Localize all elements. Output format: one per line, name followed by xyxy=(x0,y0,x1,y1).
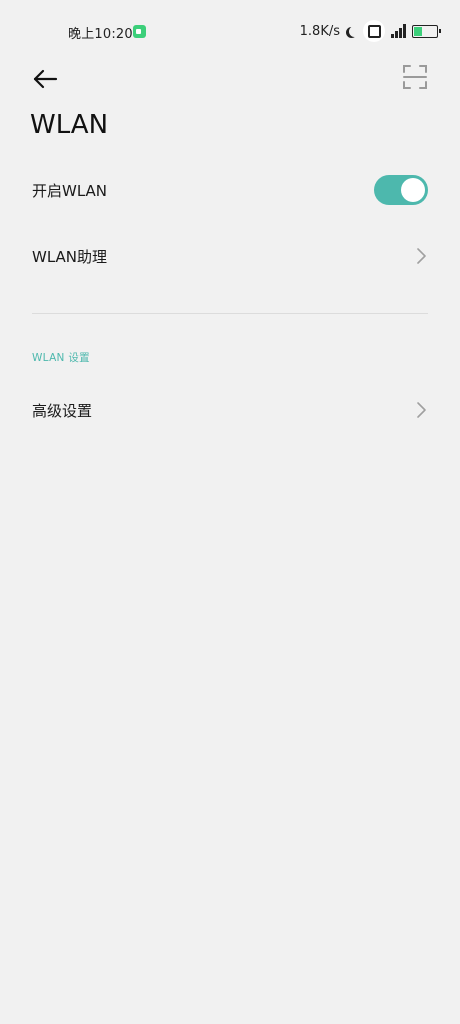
toggle-knob xyxy=(401,178,425,202)
screen-record-icon xyxy=(363,20,385,42)
back-button[interactable] xyxy=(28,62,62,96)
wlan-assistant-row[interactable]: WLAN助理 xyxy=(32,234,428,278)
page-title: WLAN xyxy=(30,110,109,140)
wlan-toggle-row[interactable]: 开启WLAN xyxy=(32,168,428,212)
battery-icon xyxy=(412,24,441,38)
network-speed: 1.8K/s xyxy=(299,23,340,39)
scan-qr-button[interactable] xyxy=(402,64,428,90)
qr-scan-icon xyxy=(403,65,427,89)
advanced-settings-label: 高级设置 xyxy=(32,401,93,420)
status-bar: 晚上10:20 1.8K/s xyxy=(0,0,460,62)
status-right-cluster: 1.8K/s xyxy=(299,20,441,42)
chevron-right-icon xyxy=(417,402,426,418)
section-header-wlan-settings: WLAN 设置 xyxy=(32,352,90,364)
wlan-assistant-label: WLAN助理 xyxy=(32,247,108,266)
do-not-disturb-moon-icon xyxy=(349,26,360,37)
signal-strength-icon xyxy=(391,24,406,38)
video-app-notification-icon xyxy=(133,25,146,38)
top-app-bar xyxy=(0,58,460,98)
wlan-toggle-label: 开启WLAN xyxy=(32,181,108,200)
arrow-left-icon xyxy=(33,69,58,89)
chevron-right-icon xyxy=(417,248,426,264)
section-divider xyxy=(32,313,428,314)
wlan-toggle-switch[interactable] xyxy=(374,175,428,205)
status-time: 晚上10:20 xyxy=(68,27,133,42)
advanced-settings-row[interactable]: 高级设置 xyxy=(32,388,428,432)
